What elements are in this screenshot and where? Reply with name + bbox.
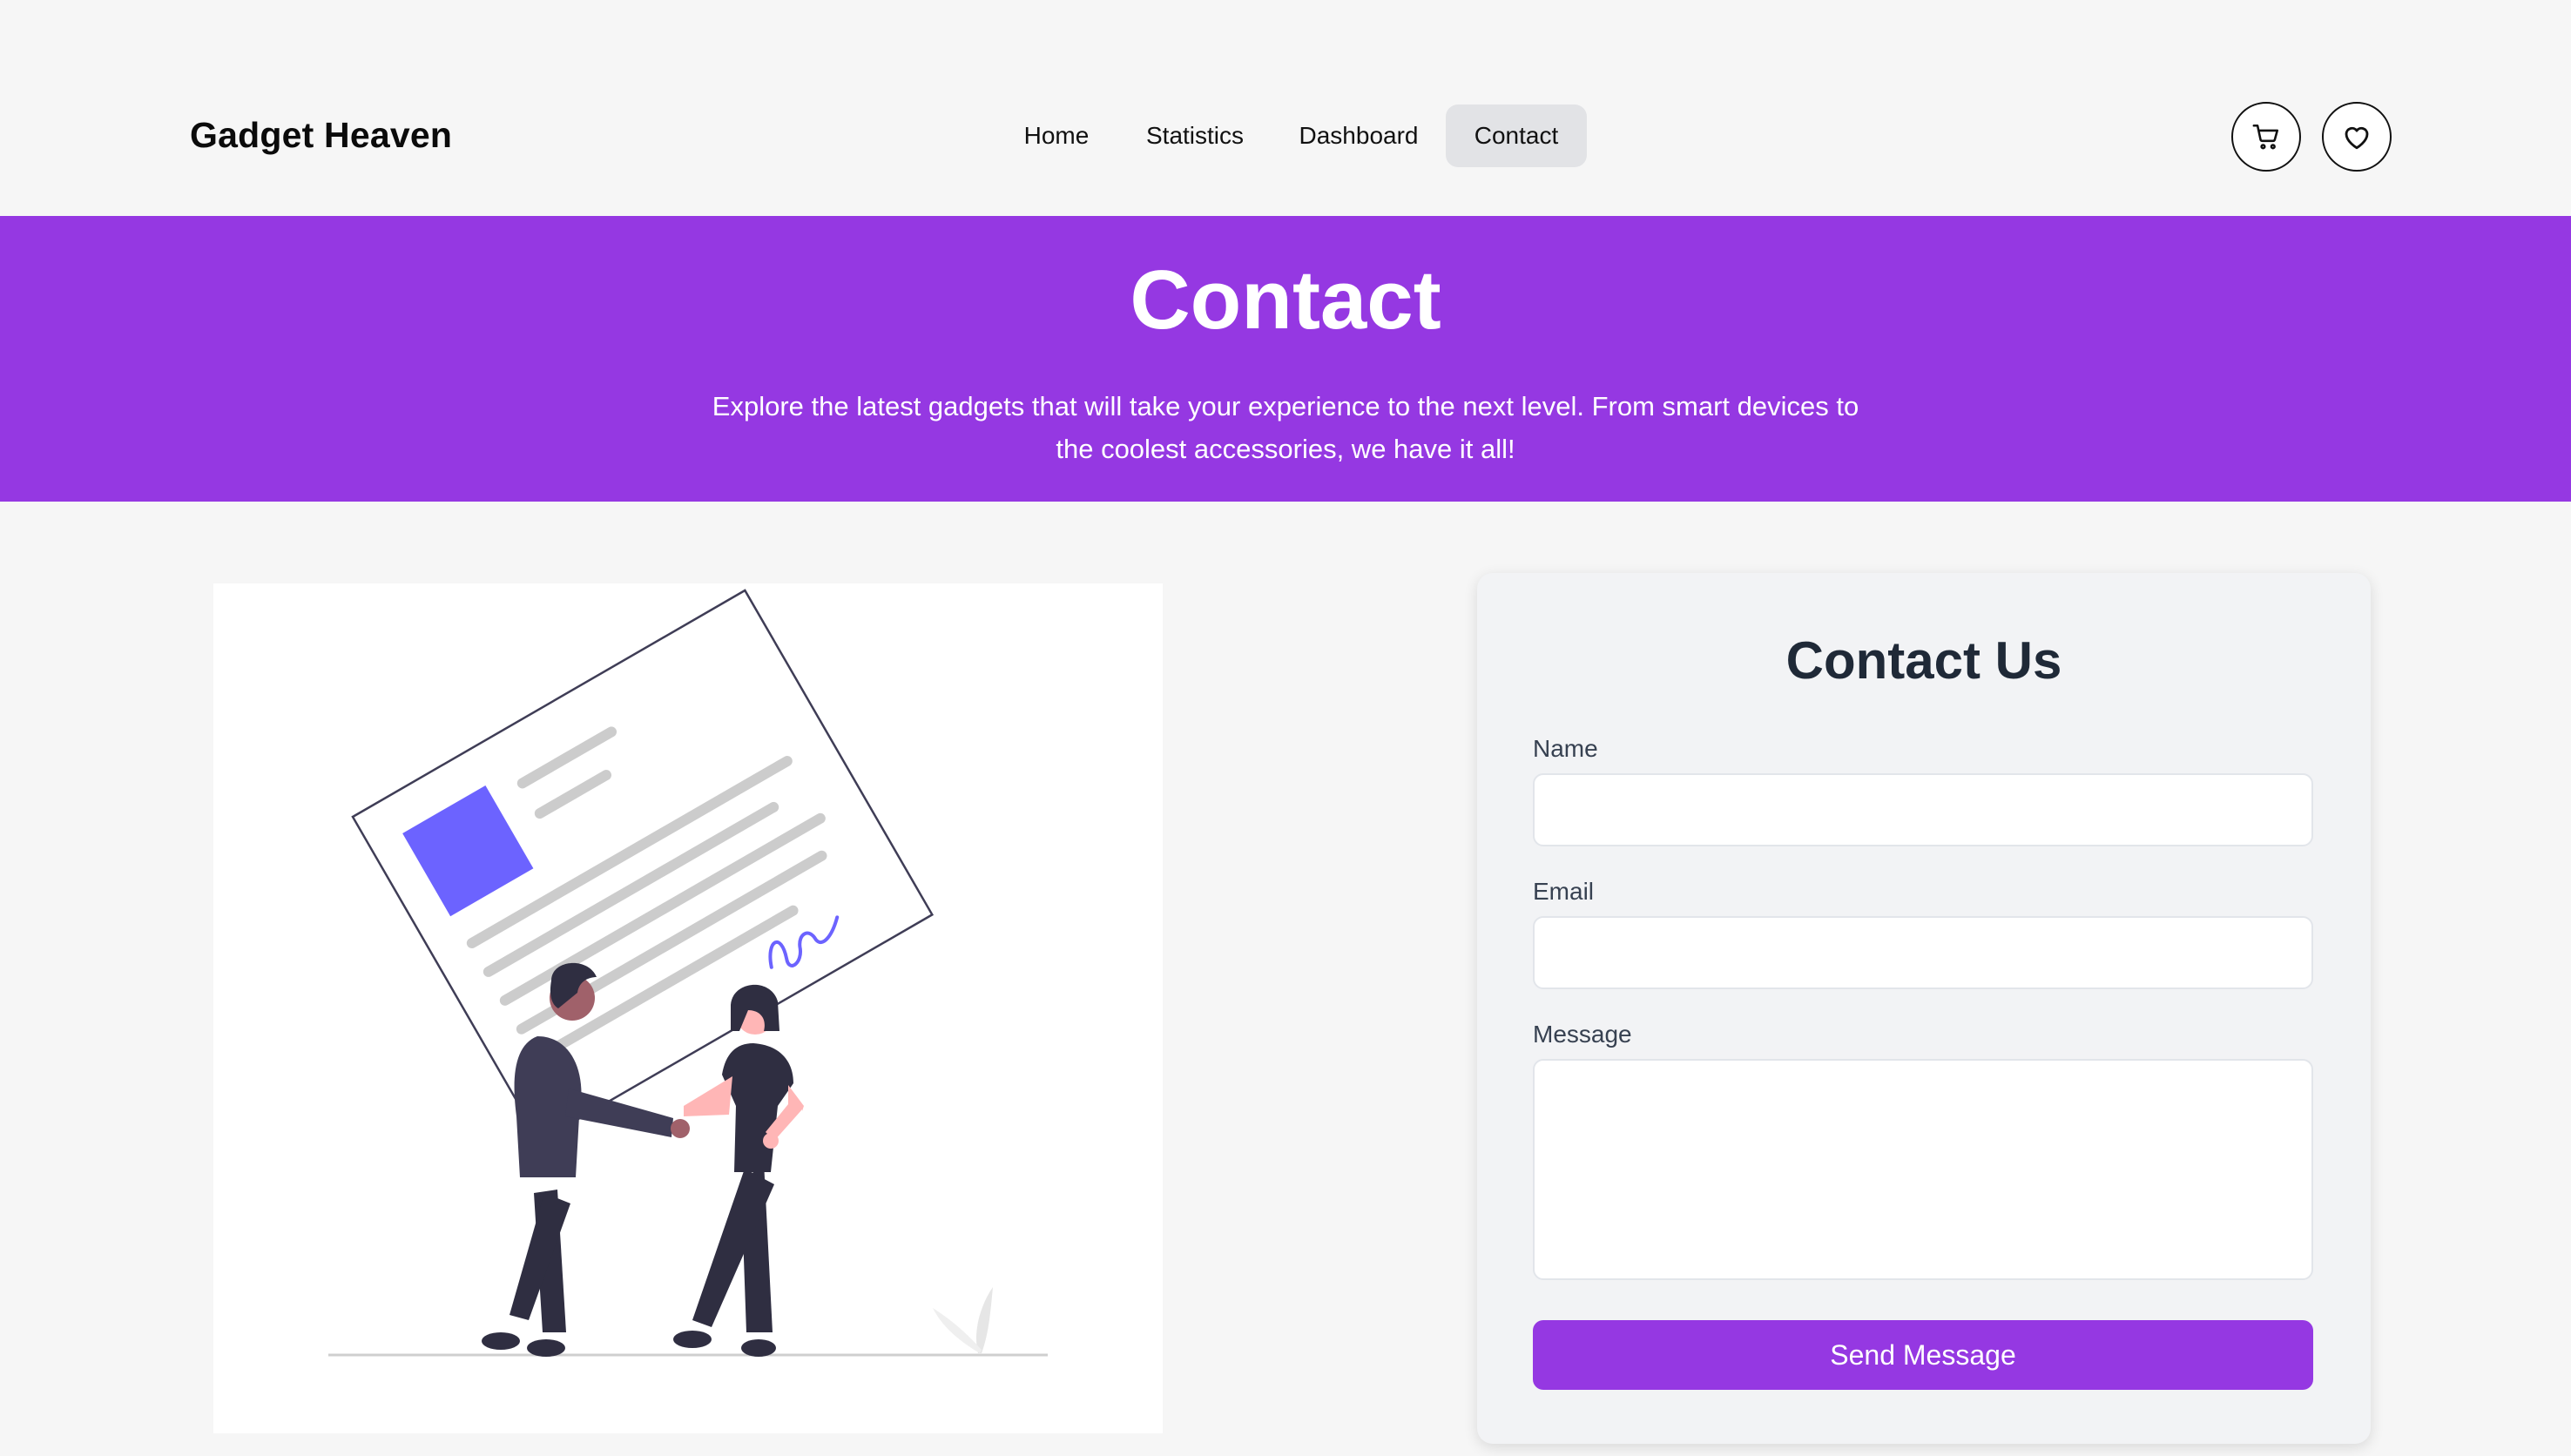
cart-icon (2252, 124, 2279, 150)
navbar: Gadget Heaven Home Statistics Dashboard … (0, 0, 2571, 216)
name-input[interactable] (1533, 773, 2313, 846)
nav-home[interactable]: Home (1009, 104, 1104, 167)
message-label: Message (1533, 1021, 1632, 1048)
heart-icon (2345, 126, 2369, 150)
contract-illustration (213, 583, 1163, 1433)
message-textarea[interactable] (1533, 1059, 2313, 1280)
email-input[interactable] (1533, 916, 2313, 989)
email-label: Email (1533, 878, 1595, 905)
brand-logo[interactable]: Gadget Heaven (190, 115, 452, 156)
contact-form-card: Contact Us Name Email Message Send Messa… (1477, 573, 2371, 1444)
nav-dashboard[interactable]: Dashboard (1286, 104, 1432, 167)
handshake-illustration (328, 589, 1048, 1357)
send-message-button[interactable]: Send Message (1533, 1320, 2313, 1390)
nav-statistics[interactable]: Statistics (1132, 104, 1258, 167)
wishlist-button[interactable] (2322, 102, 2392, 172)
nav-contact[interactable]: Contact (1446, 104, 1587, 167)
hero-subtitle: Explore the latest gadgets that will tak… (712, 391, 1859, 464)
hero-banner: Contact Explore the latest gadgets that … (0, 216, 2571, 502)
name-label: Name (1533, 735, 1598, 762)
form-title: Contact Us (1785, 631, 2062, 690)
cart-button[interactable] (2231, 102, 2301, 172)
page-title: Contact (1130, 253, 1441, 347)
